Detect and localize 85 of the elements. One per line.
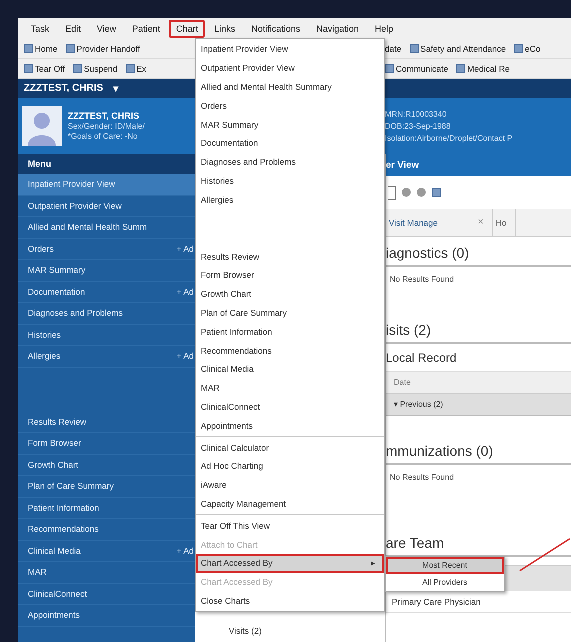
add-link[interactable]: + Ad <box>176 286 195 297</box>
empty-message: No Results Found <box>389 274 456 286</box>
add-link[interactable]: + Ad <box>176 351 195 362</box>
toolbar-button[interactable]: Medical Re <box>456 64 510 74</box>
sidebar-header: Menu <box>18 154 195 174</box>
toolbar-button[interactable]: date <box>385 44 402 54</box>
banner-text: *Goals of Care: -No <box>68 132 139 141</box>
circle-icon[interactable] <box>402 188 411 197</box>
menu-item[interactable]: Documentation <box>196 134 384 153</box>
menu-item[interactable]: Orders <box>196 96 384 116</box>
menu-item[interactable]: Patient Information <box>196 322 384 342</box>
menu-item[interactable]: MAR Summary <box>196 115 384 134</box>
menu-item[interactable]: Most Recent <box>386 557 504 574</box>
section-title: mmunizations (0) <box>386 435 571 465</box>
section-title: isits (2) <box>386 314 571 344</box>
column-header: Date <box>386 372 571 394</box>
menu-item[interactable]: Capacity Management <box>196 494 384 514</box>
add-link[interactable]: + Ad <box>176 244 195 254</box>
dropdown[interactable] <box>388 186 396 200</box>
tab[interactable]: Ho <box>492 209 516 236</box>
toolbar-button[interactable]: Home <box>24 44 58 54</box>
menu-bar-item[interactable]: Notifications <box>244 20 308 38</box>
menu-item[interactable]: Allergies <box>196 190 384 210</box>
section-title: iagnostics (0) <box>386 237 571 267</box>
add-link[interactable]: + Ad <box>176 546 195 556</box>
banner-text: Sex/Gender: ID/Male/ <box>68 122 145 131</box>
toolbar-button[interactable]: Communicate <box>385 64 448 74</box>
sidebar-item[interactable]: Inpatient Provider View <box>18 174 195 196</box>
menu-item[interactable]: iAware <box>196 476 384 495</box>
toolbar-icon <box>456 64 466 73</box>
banner-text: DOB:23-Sep-1988 <box>385 122 452 130</box>
circle-icon[interactable] <box>417 188 426 197</box>
menu-item[interactable]: Appointments <box>196 416 384 436</box>
toolbar-button[interactable]: Ex <box>126 64 147 74</box>
menu-bar-item[interactable]: Chart <box>169 20 206 38</box>
caret-icon[interactable]: ▾ <box>113 82 118 94</box>
menu-bar-item[interactable]: Help <box>368 20 401 38</box>
empty-message: No Results Found <box>389 472 456 484</box>
toolbar-icon <box>126 64 135 73</box>
menu-item[interactable]: Results Review <box>196 247 384 266</box>
toolbar-button[interactable]: eCo <box>514 44 541 54</box>
menu-bar-item[interactable]: Patient <box>125 20 168 38</box>
menu-item[interactable]: Clinical Calculator <box>196 438 384 457</box>
document-icon <box>410 44 419 53</box>
menu-item[interactable]: ClinicalConnect <box>196 398 384 416</box>
menu-item[interactable]: Histories <box>196 172 384 190</box>
menu-item[interactable]: Close Charts <box>196 592 384 610</box>
toolbar-button[interactable]: Provider Handoff <box>66 44 140 54</box>
document-icon <box>514 44 524 53</box>
menu-item[interactable]: Diagnoses and Problems <box>196 152 384 172</box>
toolbar-button[interactable]: Suspend <box>73 64 118 74</box>
banner-text: Isolation:Airborne/Droplet/Contact P <box>385 134 513 142</box>
menu-bar-item[interactable]: Edit <box>58 20 88 38</box>
avatar-icon <box>22 106 62 146</box>
banner-text: ZZZTEST, CHRIS <box>68 111 140 121</box>
menu-item[interactable]: Ad Hoc Charting <box>196 456 384 476</box>
menu-item[interactable]: MAR <box>196 378 384 398</box>
section-title: Visits (2) <box>228 626 263 638</box>
tab[interactable]: Visit Manage × <box>386 209 493 236</box>
menu-item[interactable]: Growth Chart <box>196 284 384 304</box>
menu-item[interactable]: Inpatient Provider View <box>196 40 384 59</box>
menu-item[interactable]: Allied and Mental Health Summary <box>196 78 384 96</box>
menu-item[interactable]: Outpatient Provider View <box>196 58 384 78</box>
document-icon <box>24 44 33 53</box>
menu-bar-item[interactable]: Navigation <box>309 20 366 38</box>
toolbar-icon <box>73 64 82 73</box>
menu-bar-item[interactable]: Task <box>24 20 57 38</box>
view-title: er View <box>386 154 571 176</box>
toolbar-icon <box>385 64 394 73</box>
menu-item[interactable]: Clinical Media <box>196 360 384 379</box>
menu-item[interactable]: Chart Accessed By ▸ <box>196 554 384 573</box>
toolbar-button[interactable]: Safety and Attendance <box>410 44 506 54</box>
toolbar-button[interactable]: Tear Off <box>24 64 66 74</box>
menu-item[interactable]: All Providers <box>386 574 504 591</box>
toolbar-icon <box>24 64 33 73</box>
menu-item[interactable]: Tear Off This View <box>196 516 384 536</box>
menu-item[interactable]: Plan of Care Summary <box>196 304 384 322</box>
patient-tab-name[interactable]: ZZZTEST, CHRIS <box>24 83 104 94</box>
menu-item[interactable]: Form Browser <box>196 266 384 285</box>
banner-text: MRN:R10003340 <box>385 110 448 118</box>
menu-item[interactable]: Recommendations <box>196 341 384 360</box>
document-icon <box>66 44 75 53</box>
menu-bar-item[interactable]: Links <box>207 20 242 38</box>
menu-bar-item[interactable]: View <box>90 20 124 38</box>
group-row[interactable]: ▾ Previous (2) <box>386 394 571 416</box>
